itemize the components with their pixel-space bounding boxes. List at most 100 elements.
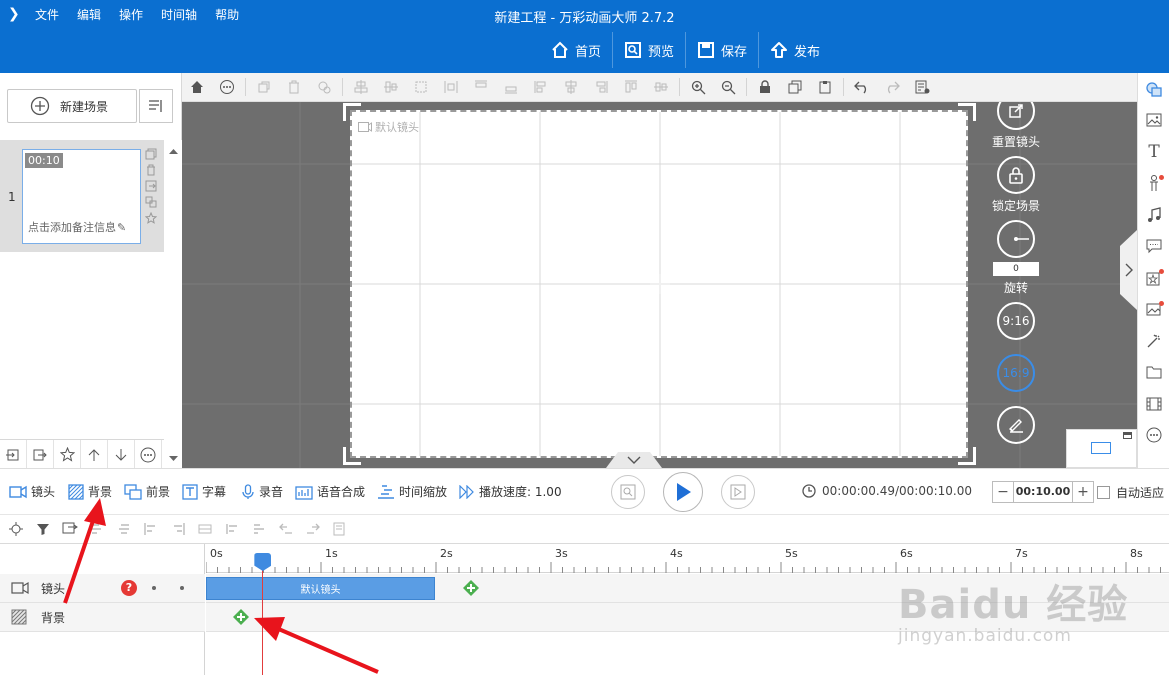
time-scale-button[interactable]: 时间缩放 <box>377 483 447 500</box>
scroll-up-icon[interactable] <box>165 145 182 157</box>
effects-icon[interactable] <box>309 73 339 102</box>
lens-corner-handle[interactable] <box>958 103 976 121</box>
favorite-scene-icon[interactable] <box>144 211 158 225</box>
undo-icon[interactable] <box>847 73 877 102</box>
align-middle-icon[interactable] <box>376 73 406 102</box>
image-tool[interactable] <box>1138 105 1169 137</box>
align-left-icon[interactable] <box>526 73 556 102</box>
more-tools[interactable] <box>1138 420 1169 452</box>
add-keyframe-icon[interactable] <box>463 580 479 596</box>
ratio-9-16-button[interactable]: 9:16 <box>997 302 1035 340</box>
delete-scene-icon[interactable] <box>145 164 158 177</box>
align-end-icon[interactable] <box>164 515 191 544</box>
track-header-background[interactable]: 背景 <box>0 603 205 632</box>
settings-list-icon[interactable] <box>907 73 937 102</box>
align-right-icon[interactable] <box>586 73 616 102</box>
play-button[interactable] <box>663 472 703 512</box>
add-voice-synthesis-button[interactable]: 语音合成 <box>295 483 365 500</box>
add-background-keyframe-icon[interactable] <box>233 609 249 625</box>
export-icon[interactable] <box>27 440 54 469</box>
redo-icon[interactable] <box>877 73 907 102</box>
scene-note[interactable]: 点击添加备注信息✎ <box>28 219 126 235</box>
scene-item[interactable]: 1 00:10 点击添加备注信息✎ <box>0 140 164 252</box>
maximize-icon[interactable] <box>1123 432 1132 439</box>
align-top-icon[interactable] <box>466 73 496 102</box>
help-icon[interactable]: ? <box>121 580 137 596</box>
split-icon[interactable] <box>83 515 110 544</box>
lens-corner-handle[interactable] <box>958 447 976 465</box>
save-button[interactable]: 保存 <box>685 32 758 68</box>
lens-clip[interactable]: 默认镜头 <box>206 577 435 600</box>
import-icon[interactable] <box>0 440 27 469</box>
lens-corner-handle[interactable] <box>343 447 361 465</box>
distribute-v-icon[interactable] <box>646 73 676 102</box>
align-grid-icon[interactable] <box>406 73 436 102</box>
rotate-value-input[interactable]: 0 <box>993 262 1039 276</box>
paste-icon[interactable] <box>810 73 840 102</box>
align-vtop-icon[interactable] <box>616 73 646 102</box>
lock-scene-button[interactable] <box>997 156 1035 194</box>
duration-increase-button[interactable]: + <box>1073 484 1093 500</box>
mini-preview[interactable] <box>1066 429 1137 468</box>
delete-icon[interactable] <box>279 73 309 102</box>
scene-scrollbar[interactable] <box>165 140 182 468</box>
export-scene-icon[interactable] <box>145 180 158 193</box>
publish-button[interactable]: 发布 <box>758 32 831 68</box>
scene-list-button[interactable] <box>139 89 173 123</box>
track-header-lens[interactable]: 镜头 ? <box>0 574 205 603</box>
bubble-tool[interactable] <box>1138 231 1169 263</box>
star-icon[interactable] <box>54 440 81 469</box>
order-icon[interactable] <box>245 515 272 544</box>
distribute-h-icon[interactable] <box>436 73 466 102</box>
lens-corner-handle[interactable] <box>343 103 361 121</box>
duplicate-scene-icon[interactable] <box>145 196 158 209</box>
viewport-rect[interactable] <box>1091 442 1111 454</box>
text-tool[interactable]: T <box>1138 136 1169 168</box>
align-start-icon[interactable] <box>137 515 164 544</box>
magic-tool[interactable] <box>1138 325 1169 357</box>
move-left-icon[interactable] <box>272 515 299 544</box>
home-button[interactable]: 首页 <box>540 32 612 68</box>
record-list-icon[interactable] <box>326 515 353 544</box>
duration-decrease-button[interactable]: − <box>993 484 1013 500</box>
stretch-icon[interactable] <box>191 515 218 544</box>
lock-dot[interactable] <box>180 586 184 590</box>
scroll-down-icon[interactable] <box>165 453 182 465</box>
ratio-16-9-button[interactable]: 16:9 <box>997 354 1035 392</box>
menu-help[interactable]: 帮助 <box>215 6 239 23</box>
group-icon[interactable] <box>249 73 279 102</box>
shape-tool[interactable] <box>1138 73 1169 105</box>
align-hcenter-icon[interactable] <box>556 73 586 102</box>
menu-edit[interactable]: 编辑 <box>77 6 101 23</box>
duration-stepper[interactable]: − 00:10.00 + <box>992 481 1094 503</box>
special-symbol-tool[interactable] <box>1138 262 1169 294</box>
stage-canvas[interactable]: 默认镜头 <box>350 110 968 458</box>
merge-icon[interactable] <box>110 515 137 544</box>
home-view-icon[interactable] <box>182 73 212 102</box>
more-options-icon[interactable] <box>212 73 242 102</box>
zoom-out-icon[interactable] <box>713 73 743 102</box>
autofit-checkbox-box[interactable] <box>1097 486 1110 499</box>
add-background-button[interactable]: 背景 <box>68 483 112 500</box>
move-right-icon[interactable] <box>299 515 326 544</box>
preview-button[interactable]: 预览 <box>612 32 685 68</box>
locate-icon[interactable] <box>2 515 29 544</box>
menu-timeline[interactable]: 时间轴 <box>161 6 197 23</box>
scene-thumbnail[interactable]: 00:10 点击添加备注信息✎ <box>22 149 141 244</box>
add-lens-button[interactable]: 镜头 <box>9 483 55 500</box>
background-track-lane[interactable] <box>206 603 1169 632</box>
canvas-area[interactable]: 默认镜头 重置镜头 锁定场景 0 旋转 9:16 16:9 <box>182 102 1137 468</box>
next-frame-button[interactable] <box>721 475 755 509</box>
character-tool[interactable] <box>1138 168 1169 200</box>
menu-file[interactable]: 文件 <box>35 6 59 23</box>
add-subtitle-button[interactable]: 字幕 <box>182 483 226 500</box>
reset-lens-button[interactable] <box>997 102 1035 130</box>
fill-icon[interactable] <box>218 515 245 544</box>
more-icon[interactable] <box>135 440 162 469</box>
time-ruler[interactable]: 0s 1s 2s 3s 4s 5s 6s 7s 8s <box>206 544 1169 573</box>
play-speed-button[interactable]: 播放速度: 1.00 <box>459 483 562 500</box>
edit-lens-button[interactable] <box>997 406 1035 444</box>
zoom-in-icon[interactable] <box>683 73 713 102</box>
align-bottom-icon[interactable] <box>496 73 526 102</box>
music-tool[interactable] <box>1138 199 1169 231</box>
